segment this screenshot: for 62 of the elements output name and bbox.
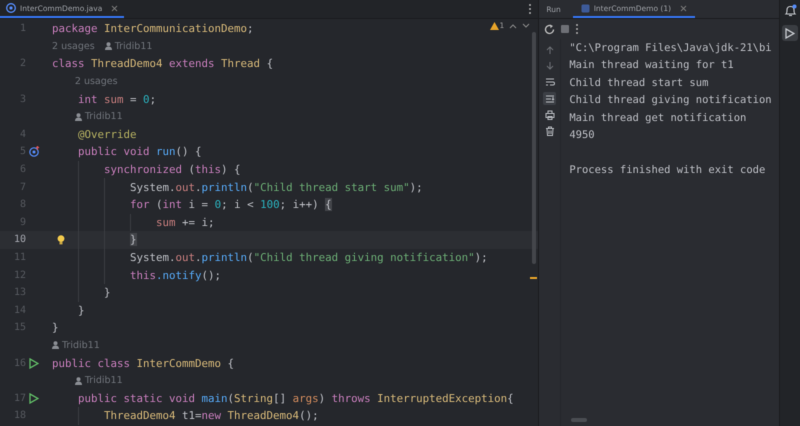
override-icon[interactable] [28,146,40,158]
code-line: } [77,304,85,317]
person-icon [74,376,82,385]
code-line: public static void main(String[] args) throws InterruptedException{ [77,392,514,405]
code-line: System.out.println("Child thread giving notification"); [129,251,488,264]
code-line: package InterCommunicationDemo; [52,22,254,36]
warning-marker[interactable] [530,277,538,279]
scrollbar[interactable] [571,418,588,422]
console-line: "C:\Program Files\Java\jdk-21\bi [569,42,772,54]
printer-icon[interactable] [544,110,555,120]
more-icon[interactable] [575,23,580,35]
chevron-down-icon[interactable] [522,22,530,28]
run-button[interactable] [782,25,798,41]
console-line: 4950 [569,129,595,142]
code-line: sum += i; [155,216,215,229]
author-hint[interactable]: Tridib11 [74,111,123,122]
bell-icon[interactable] [784,4,797,17]
trash-icon[interactable] [544,126,555,136]
play-icon [785,28,796,38]
run-icon[interactable] [29,358,39,369]
chevron-up-icon[interactable] [509,22,518,28]
lightbulb-icon[interactable] [57,235,65,246]
console-line: Child thread giving notification [569,94,772,106]
stop-icon[interactable] [560,24,570,34]
rerun-icon[interactable] [544,24,556,34]
code-line: } [103,286,111,300]
run-icon[interactable] [29,392,39,404]
author-hint[interactable]: Tridib11 [74,375,123,386]
author-hint[interactable]: Tridib11 [104,40,152,52]
app-icon [580,4,590,12]
scroll-end-icon[interactable] [544,94,555,104]
console-line: Main thread waiting for t1 [569,59,734,72]
code-line: ThreadDemo4 t1=new ThreadDemo4(); [103,409,319,422]
close-icon[interactable] [680,4,688,12]
author-hint[interactable]: Tridib11 [52,340,100,351]
usages-hint[interactable]: 2 usages [74,76,118,88]
code-line: this.notify(); [129,268,222,282]
warning-icon [490,22,499,30]
arrow-up-icon[interactable] [544,44,555,54]
code-line: class ThreadDemo4 extends Thread { [52,57,274,70]
console-line: Child thread start sum [569,76,708,89]
more-icon[interactable] [528,3,532,15]
arrow-down-icon[interactable] [544,60,555,71]
code-line: int sum = 0; [77,92,156,106]
code-line: for (int i = 0; i < 100; i++) { [129,198,332,212]
person-icon [74,112,82,121]
usages-hint[interactable]: 2 usages [52,40,95,52]
scrollbar[interactable] [532,32,536,264]
wrap-icon[interactable] [544,77,555,88]
person-icon [52,341,59,350]
code-line: System.out.println("Child thread start sum"); [129,180,423,194]
code-line: public class InterCommDemo { [52,356,234,370]
java-file-icon [6,3,16,13]
code-line: @Override [77,128,137,141]
code-line: synchronized (this) { [103,163,241,176]
close-icon[interactable] [111,4,118,12]
line-number: 10 [12,234,26,246]
console-line: Main thread get notification [569,112,746,124]
code-line: public void run() { [77,145,202,158]
code-line: } [52,321,59,334]
person-icon [104,42,112,50]
console-line: Process finished with exit code [569,164,766,176]
